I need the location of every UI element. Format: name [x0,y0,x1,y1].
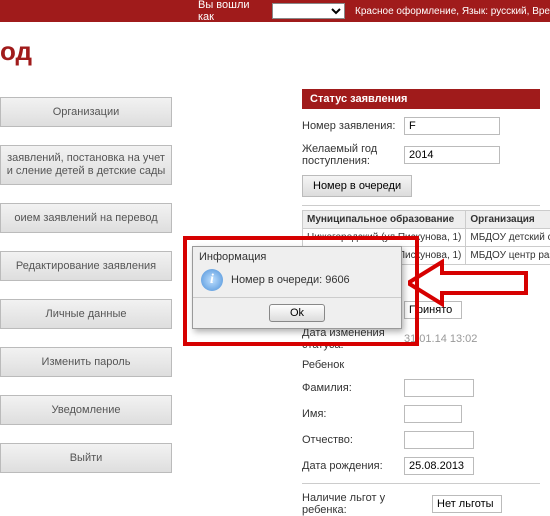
dialog-ok-button[interactable]: Ok [269,304,325,322]
patronymic-field[interactable] [404,431,474,449]
birth-field[interactable] [404,457,474,475]
info-dialog: Информация i Номер в очереди: 9606 Ok [192,246,402,329]
page-title: од [0,22,550,79]
top-bar: Вы вошли как Красное оформление, Язык: р… [0,0,550,22]
dialog-title: Информация [193,247,401,267]
app-no-field[interactable] [404,117,500,135]
firstname-field[interactable] [404,405,462,423]
login-as-label: Вы вошли как [198,0,268,23]
dialog-message: Номер в очереди: 9606 [231,274,350,286]
benefits-label: Наличие льгот у ребенка: [302,492,432,516]
info-icon: i [201,269,223,291]
table-col-mun: Муниципальное образование [303,211,466,229]
accepted-field[interactable] [404,301,462,319]
firstname-label: Имя: [302,408,404,420]
year-field[interactable] [404,146,500,164]
date-change-label: Дата изменения статуса: [302,327,404,351]
date-change-value: 31.01.14 13:02 [404,333,477,345]
app-no-label: Номер заявления: [302,120,404,132]
divider [302,205,540,206]
login-select[interactable] [272,3,345,19]
divider [302,483,540,484]
table-row[interactable]: Нижегородский (ул.Пискунова, 1) МБДОУ де… [303,229,550,247]
sidebar-item-exit[interactable]: Выйти [0,443,172,473]
child-label: Ребенок [302,359,404,371]
sidebar-item-applications[interactable]: заявлений, постановка на учет и сление д… [0,145,172,185]
sidebar-item-notification[interactable]: Уведомление [0,395,172,425]
queue-number-button[interactable]: Номер в очереди [302,175,412,197]
status-header: Статус заявления [302,89,540,109]
sidebar-item-personal[interactable]: Личные данные [0,299,172,329]
patronymic-label: Отчество: [302,434,404,446]
sidebar-item-edit[interactable]: Редактирование заявления [0,251,172,281]
sidebar-item-change-password[interactable]: Изменить пароль [0,347,172,377]
sidebar-item-transfer[interactable]: оием заявлений на перевод [0,203,172,233]
year-label: Желаемый год поступления: [302,143,404,167]
sidebar-item-organizations[interactable]: Организации [0,97,172,127]
table-col-org: Организация [466,211,550,229]
sidebar: Организации заявлений, постановка на уче… [0,79,172,516]
benefits-field[interactable] [432,495,502,513]
theme-label: Красное оформление, Язык: русский, Вре [355,6,550,17]
lastname-label: Фамилия: [302,382,404,394]
birth-label: Дата рождения: [302,460,404,472]
lastname-field[interactable] [404,379,474,397]
